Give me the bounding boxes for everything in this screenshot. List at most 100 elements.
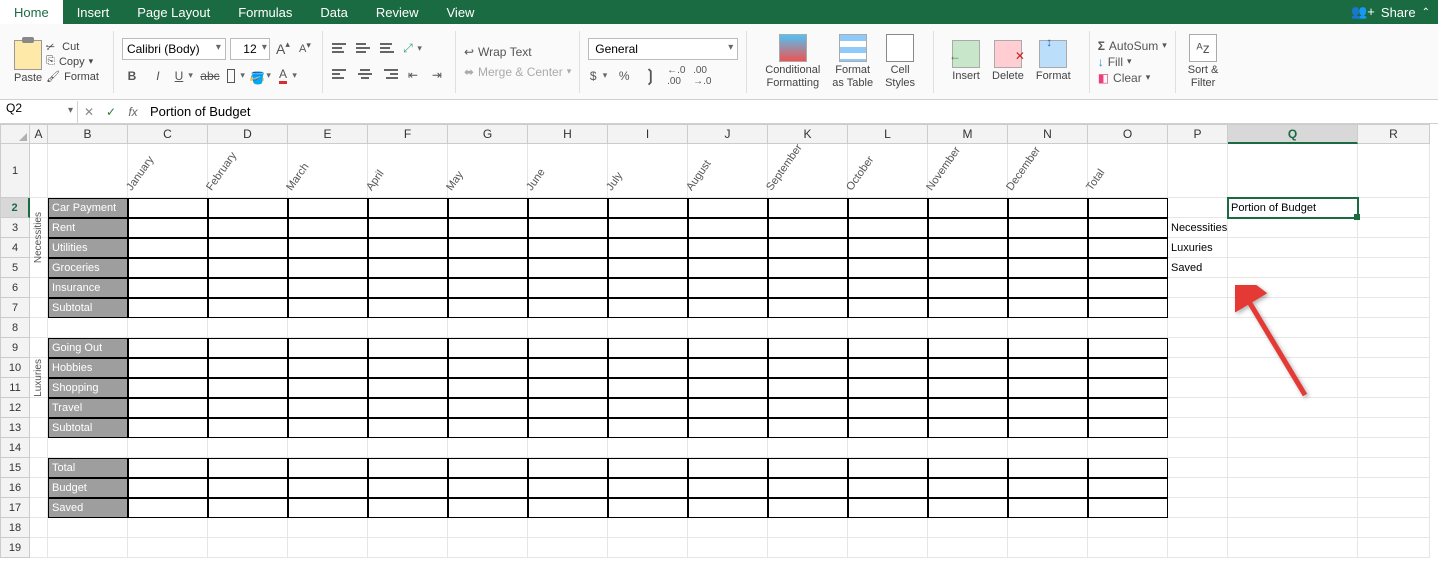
row-header-3[interactable]: 3 bbox=[0, 218, 30, 238]
cell-G5[interactable] bbox=[448, 258, 528, 278]
cell-R14[interactable] bbox=[1358, 438, 1430, 458]
cell-K13[interactable] bbox=[768, 418, 848, 438]
cell-M18[interactable] bbox=[928, 518, 1008, 538]
cell-C5[interactable] bbox=[128, 258, 208, 278]
cell-E6[interactable] bbox=[288, 278, 368, 298]
cell-L4[interactable] bbox=[848, 238, 928, 258]
cell-D12[interactable] bbox=[208, 398, 288, 418]
cell-R12[interactable] bbox=[1358, 398, 1430, 418]
cell-I1[interactable]: July bbox=[608, 144, 688, 198]
cell-R19[interactable] bbox=[1358, 538, 1430, 558]
cell-L13[interactable] bbox=[848, 418, 928, 438]
cell-A16[interactable] bbox=[30, 478, 48, 498]
cell-E3[interactable] bbox=[288, 218, 368, 238]
cell-I13[interactable] bbox=[608, 418, 688, 438]
cell-A15[interactable] bbox=[30, 458, 48, 478]
collapse-ribbon-icon[interactable]: ⌃ bbox=[1422, 7, 1430, 18]
cell-C19[interactable] bbox=[128, 538, 208, 558]
cell-I2[interactable] bbox=[608, 198, 688, 218]
italic-button[interactable]: I bbox=[148, 66, 168, 86]
cell-P4[interactable]: Luxuries bbox=[1168, 238, 1228, 258]
cell-R18[interactable] bbox=[1358, 518, 1430, 538]
cell-I17[interactable] bbox=[608, 498, 688, 518]
merge-center-button[interactable]: ⬌Merge & Center ▾ bbox=[464, 65, 571, 79]
cell-Q13[interactable] bbox=[1228, 418, 1358, 438]
cell-C14[interactable] bbox=[128, 438, 208, 458]
conditional-formatting-button[interactable]: Conditional Formatting bbox=[761, 34, 824, 88]
cell-N13[interactable] bbox=[1008, 418, 1088, 438]
cell-J14[interactable] bbox=[688, 438, 768, 458]
cell-K17[interactable] bbox=[768, 498, 848, 518]
cell-K8[interactable] bbox=[768, 318, 848, 338]
cell-C12[interactable] bbox=[128, 398, 208, 418]
cell-L15[interactable] bbox=[848, 458, 928, 478]
cell-M10[interactable] bbox=[928, 358, 1008, 378]
cell-D19[interactable] bbox=[208, 538, 288, 558]
cell-G15[interactable] bbox=[448, 458, 528, 478]
cell-M8[interactable] bbox=[928, 318, 1008, 338]
cell-O17[interactable] bbox=[1088, 498, 1168, 518]
cell-C1[interactable]: January bbox=[128, 144, 208, 198]
cell-A8[interactable] bbox=[30, 318, 48, 338]
cut-button[interactable]: ✂Cut bbox=[46, 40, 99, 53]
cell-L12[interactable] bbox=[848, 398, 928, 418]
cell-L19[interactable] bbox=[848, 538, 928, 558]
cell-H5[interactable] bbox=[528, 258, 608, 278]
cell-I14[interactable] bbox=[608, 438, 688, 458]
cell-B3[interactable]: Rent bbox=[48, 218, 128, 238]
cell-I11[interactable] bbox=[608, 378, 688, 398]
cell-F9[interactable] bbox=[368, 338, 448, 358]
cell-L9[interactable] bbox=[848, 338, 928, 358]
cell-B10[interactable]: Hobbies bbox=[48, 358, 128, 378]
cell-I3[interactable] bbox=[608, 218, 688, 238]
row-header-4[interactable]: 4 bbox=[0, 238, 30, 258]
cell-E14[interactable] bbox=[288, 438, 368, 458]
cell-G2[interactable] bbox=[448, 198, 528, 218]
cell-H10[interactable] bbox=[528, 358, 608, 378]
col-header-R[interactable]: R bbox=[1358, 124, 1430, 144]
cell-E2[interactable] bbox=[288, 198, 368, 218]
cell-E9[interactable] bbox=[288, 338, 368, 358]
row-header-17[interactable]: 17 bbox=[0, 498, 30, 518]
cell-P2[interactable] bbox=[1168, 198, 1228, 218]
row-header-2[interactable]: 2 bbox=[0, 198, 30, 218]
cell-D18[interactable] bbox=[208, 518, 288, 538]
cell-C16[interactable] bbox=[128, 478, 208, 498]
align-center-button[interactable] bbox=[355, 65, 375, 83]
row-header-1[interactable]: 1 bbox=[0, 144, 30, 198]
col-header-P[interactable]: P bbox=[1168, 124, 1228, 144]
col-header-M[interactable]: M bbox=[928, 124, 1008, 144]
cell-P12[interactable] bbox=[1168, 398, 1228, 418]
cell-O7[interactable] bbox=[1088, 298, 1168, 318]
cell-H13[interactable] bbox=[528, 418, 608, 438]
format-as-table-button[interactable]: Format as Table bbox=[828, 34, 877, 88]
row-header-7[interactable]: 7 bbox=[0, 298, 30, 318]
bold-button[interactable]: B bbox=[122, 66, 142, 86]
cell-K5[interactable] bbox=[768, 258, 848, 278]
cell-G14[interactable] bbox=[448, 438, 528, 458]
cell-L1[interactable]: October bbox=[848, 144, 928, 198]
cell-G11[interactable] bbox=[448, 378, 528, 398]
currency-button[interactable]: $ bbox=[588, 66, 608, 86]
cell-O1[interactable]: Total bbox=[1088, 144, 1168, 198]
cell-B2[interactable]: Car Payment bbox=[48, 198, 128, 218]
cell-H7[interactable] bbox=[528, 298, 608, 318]
cell-B16[interactable]: Budget bbox=[48, 478, 128, 498]
cell-L6[interactable] bbox=[848, 278, 928, 298]
cell-N7[interactable] bbox=[1008, 298, 1088, 318]
cell-R15[interactable] bbox=[1358, 458, 1430, 478]
cell-D1[interactable]: February bbox=[208, 144, 288, 198]
format-painter-button[interactable]: 🖌Format bbox=[46, 70, 99, 83]
wrap-text-button[interactable]: ↩Wrap Text bbox=[464, 45, 571, 59]
cell-Q5[interactable] bbox=[1228, 258, 1358, 278]
cell-E17[interactable] bbox=[288, 498, 368, 518]
cell-J2[interactable] bbox=[688, 198, 768, 218]
cell-P7[interactable] bbox=[1168, 298, 1228, 318]
format-cells-button[interactable]: ↕Format bbox=[1032, 40, 1075, 82]
cell-K11[interactable] bbox=[768, 378, 848, 398]
cell-Q10[interactable] bbox=[1228, 358, 1358, 378]
cell-D16[interactable] bbox=[208, 478, 288, 498]
row-header-16[interactable]: 16 bbox=[0, 478, 30, 498]
cell-C9[interactable] bbox=[128, 338, 208, 358]
col-header-F[interactable]: F bbox=[368, 124, 448, 144]
